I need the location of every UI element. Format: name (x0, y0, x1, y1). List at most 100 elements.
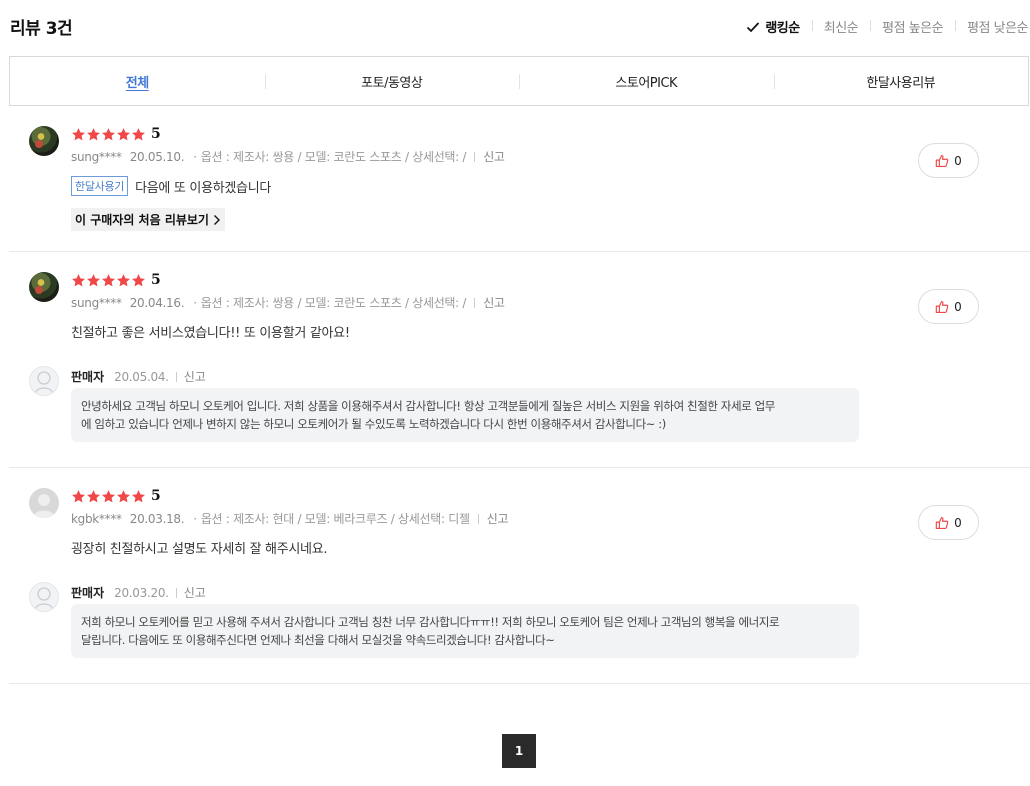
review-text: 친절하고 좋은 서비스였습니다!! 또 이용할거 같아요! (71, 326, 350, 341)
report-link[interactable]: 신고 (483, 148, 505, 165)
review-item: 5 sung**** 20.05.10. · 옵션 : 제조사: 쌍용 / 모델… (9, 106, 1030, 252)
first-review-link[interactable]: 이 구매자의 처음 리뷰보기 (71, 208, 225, 231)
reviewer-id: sung**** (71, 149, 122, 164)
rating-score: 5 (151, 272, 161, 288)
seller-name: 판매자 (71, 370, 105, 384)
reviewer-id: sung**** (71, 295, 122, 310)
seller-reply-header: 판매자 20.03.20. 신고 (71, 584, 206, 601)
review-text-row: 한달사용기 다음에 또 이용하겠습니다 (71, 176, 271, 196)
seller-reply: 안녕하세요 고객님 하모니 오토케어 입니다. 저희 상품을 이용해주셔서 감사… (71, 388, 859, 442)
review-item: 5 sung**** 20.04.16. · 옵션 : 제조사: 쌍용 / 모델… (9, 252, 1030, 468)
review-filter-tabs: 전체 포토/동영상 스토어PICK 한달사용리뷰 (9, 56, 1029, 106)
month-use-tag: 한달사용기 (71, 176, 129, 196)
seller-report-link[interactable]: 신고 (184, 368, 206, 385)
sort-latest[interactable]: 최신순 (811, 17, 870, 36)
review-header: 리뷰 3건 랭킹순 최신순 평점 높은순 평점 낮은순 (10, 14, 1030, 39)
first-review-link-label: 이 구매자의 처음 리뷰보기 (75, 213, 209, 227)
rating-stars: 5 (71, 488, 161, 504)
star-icon (117, 489, 130, 502)
review-meta: sung**** 20.04.16. · 옵션 : 제조사: 쌍용 / 모델: … (71, 294, 505, 311)
star-icon (87, 489, 100, 502)
avatar (29, 126, 59, 156)
star-icon (102, 127, 115, 140)
star-icon (72, 273, 85, 286)
like-button[interactable]: 0 (918, 143, 979, 178)
review-option: 옵션 : 제조사: 현대 / 모델: 베라크루즈 / 상세선택: 디젤 (200, 512, 470, 526)
meta-dot: · (193, 295, 197, 310)
like-button[interactable]: 0 (918, 505, 979, 540)
like-count: 0 (954, 515, 962, 530)
star-icon (132, 127, 145, 140)
meta-divider (175, 371, 177, 382)
chevron-right-icon (213, 214, 220, 225)
thumbs-up-icon (935, 300, 949, 313)
report-link[interactable]: 신고 (487, 510, 509, 527)
seller-reply-line: 저희 하모니 오토케어를 믿고 사용해 주셔서 감사합니다 고객님 칭찬 너무 … (81, 615, 780, 629)
star-icon (72, 489, 85, 502)
report-link[interactable]: 신고 (483, 294, 505, 311)
seller-profile-icon (34, 587, 54, 611)
seller-reply-line: 안녕하세요 고객님 하모니 오토케어 입니다. 저희 상품을 이용해주셔서 감사… (81, 399, 775, 413)
review-meta: sung**** 20.05.10. · 옵션 : 제조사: 쌍용 / 모델: … (71, 148, 505, 165)
rating-stars: 5 (71, 272, 161, 288)
rating-score: 5 (151, 126, 161, 142)
check-icon (747, 21, 760, 32)
review-text: 다음에 또 이용하겠습니다 (135, 180, 272, 196)
seller-avatar (29, 582, 59, 612)
tab-store-pick[interactable]: 스토어PICK (519, 57, 774, 105)
default-profile-icon (33, 494, 55, 518)
seller-report-link[interactable]: 신고 (184, 584, 206, 601)
review-option: 옵션 : 제조사: 쌍용 / 모델: 코란도 스포츠 / 상세선택: / (200, 296, 467, 310)
sort-latest-label: 최신순 (823, 21, 859, 36)
tab-month-review[interactable]: 한달사용리뷰 (773, 57, 1029, 105)
meta-divider (474, 151, 476, 162)
sort-rating-high-label: 평점 높은순 (882, 21, 944, 36)
review-meta: kgbk**** 20.03.18. · 옵션 : 제조사: 현대 / 모델: … (71, 510, 508, 527)
review-date: 20.05.10. (129, 149, 185, 164)
sort-rating-low-label: 평점 낮은순 (967, 21, 1028, 36)
meta-dot: · (193, 149, 197, 164)
rating-stars: 5 (71, 126, 161, 142)
review-text-row: 굉장히 친절하시고 설명도 자세히 잘 해주시네요. (71, 538, 328, 557)
star-icon (102, 489, 115, 502)
meta-divider (477, 513, 479, 524)
meta-dot: · (193, 511, 197, 526)
review-item: 5 kgbk**** 20.03.18. · 옵션 : 제조사: 현대 / 모델… (9, 468, 1030, 684)
review-count-title: 리뷰 3건 (10, 19, 73, 39)
sort-rating-low[interactable]: 평점 낮은순 (955, 17, 1030, 36)
star-icon (87, 273, 100, 286)
thumbs-up-icon (935, 154, 949, 167)
tab-all[interactable]: 전체 (10, 57, 265, 105)
sort-ranking[interactable]: 랭킹순 (734, 17, 811, 36)
avatar (29, 272, 59, 302)
like-count: 0 (954, 299, 962, 314)
like-button[interactable]: 0 (918, 289, 979, 324)
review-option: 옵션 : 제조사: 쌍용 / 모델: 코란도 스포츠 / 상세선택: / (200, 150, 467, 164)
star-icon (117, 127, 130, 140)
star-icon (132, 489, 145, 502)
like-count: 0 (954, 153, 962, 168)
sort-ranking-label: 랭킹순 (765, 21, 800, 36)
reviewer-id: kgbk**** (71, 511, 122, 526)
review-text-row: 친절하고 좋은 서비스였습니다!! 또 이용할거 같아요! (71, 322, 350, 341)
star-icon (132, 273, 145, 286)
seller-avatar (29, 366, 59, 396)
star-icon (102, 273, 115, 286)
star-icon (72, 127, 85, 140)
sort-options: 랭킹순 최신순 평점 높은순 평점 낮은순 (734, 17, 1030, 36)
pagination-page-1[interactable]: 1 (502, 734, 536, 768)
star-icon (87, 127, 100, 140)
seller-reply-date: 20.03.20. (114, 585, 169, 600)
star-icon (117, 273, 130, 286)
seller-reply: 저희 하모니 오토케어를 믿고 사용해 주셔서 감사합니다 고객님 칭찬 너무 … (71, 604, 859, 658)
sort-rating-high[interactable]: 평점 높은순 (870, 17, 955, 36)
review-date: 20.04.16. (129, 295, 185, 310)
thumbs-up-icon (935, 516, 949, 529)
tab-photo-video[interactable]: 포토/동영상 (264, 57, 520, 105)
seller-reply-line: 에 임하고 있습니다 언제나 변하지 않는 하모니 오토케어가 될 수있도록 노… (81, 417, 666, 431)
seller-profile-icon (34, 371, 54, 395)
rating-score: 5 (151, 488, 161, 504)
seller-reply-line: 달립니다. 다음에도 또 이용해주신다면 언제나 최선을 다해서 모실것을 약속… (81, 633, 555, 647)
review-date: 20.03.18. (129, 511, 185, 526)
seller-reply-date: 20.05.04. (114, 369, 169, 384)
